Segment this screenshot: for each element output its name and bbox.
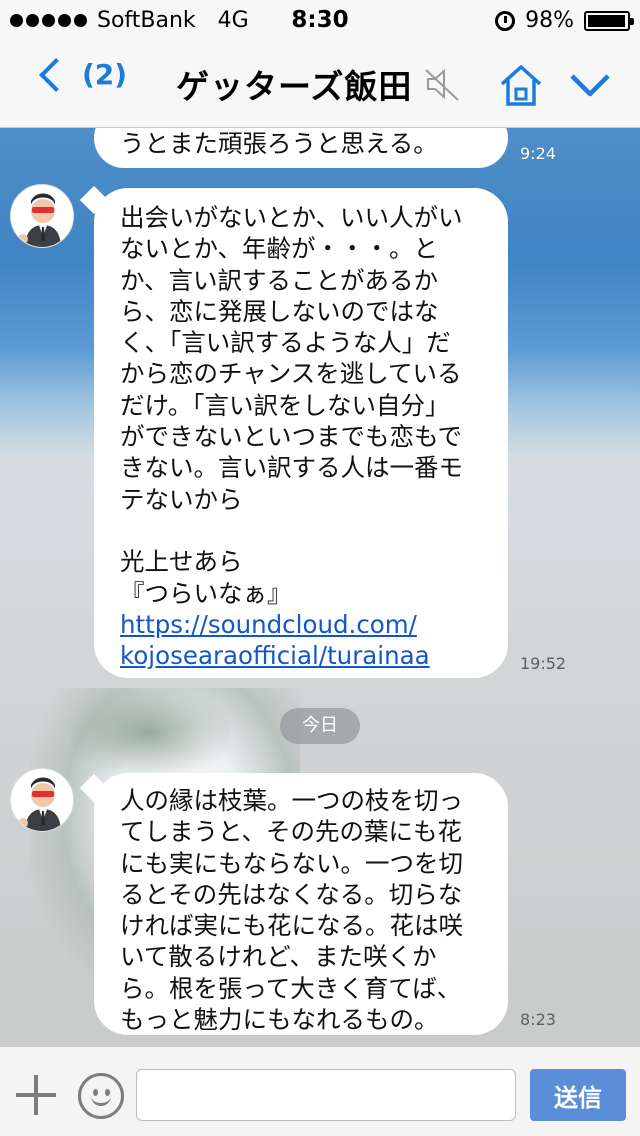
- unread-count: (2): [82, 58, 128, 91]
- back-button[interactable]: (2): [36, 57, 128, 92]
- emoji-mouth: [91, 1094, 111, 1106]
- avatar[interactable]: [10, 768, 74, 832]
- message-line: ないとか、年齢が・・・。と: [120, 234, 439, 264]
- status-right: 98%: [495, 8, 634, 33]
- message-line: うとまた頑張ろうと思える。: [120, 129, 438, 158]
- message-input[interactable]: [136, 1069, 516, 1121]
- message-line: ら。根を張って大きく育てば、: [120, 973, 462, 1003]
- input-bar: 送信: [0, 1046, 640, 1136]
- message-line: 『つらいなぁ』: [120, 578, 292, 608]
- plus-icon[interactable]: [16, 1075, 56, 1115]
- message-line: だけ。「言い訳をしない自分」: [120, 390, 450, 420]
- message-line: テないから: [120, 484, 243, 514]
- message-line: 出会いがないとか、いい人がい: [120, 203, 463, 232]
- message-time: 9:24: [520, 144, 556, 163]
- message-line: ができないといつまでも恋もで: [120, 422, 463, 452]
- alarm-icon: [495, 10, 516, 31]
- chat-header: (2) ゲッターズ飯田: [0, 40, 640, 128]
- message-line: もっと魅力にもなれるもの。: [120, 1005, 439, 1035]
- emoji-icon[interactable]: [78, 1073, 124, 1119]
- message-time: 8:23: [520, 1010, 556, 1029]
- avatar-image: [11, 185, 73, 247]
- soundcloud-link[interactable]: kojosearaofficial/turainaa: [120, 640, 482, 671]
- status-bar: SoftBank 4G 8:30 98%: [0, 0, 640, 40]
- message-line: てしまうと、その先の葉にも花: [120, 817, 463, 847]
- avatar[interactable]: [10, 184, 74, 248]
- back-chevron-icon: [39, 57, 73, 92]
- message-line: きない。言い訳する人は一番モ: [120, 453, 463, 483]
- message-line: 光上せあら: [120, 547, 243, 577]
- message-line: [120, 515, 482, 546]
- message-line: か、言い訳することがあるか: [120, 265, 439, 295]
- message-line: ければ実にも花になる。花は咲: [120, 911, 463, 941]
- message-line: 人の縁は枝葉。一つの枝を切っ: [120, 786, 463, 815]
- home-icon[interactable]: [498, 62, 544, 108]
- message-line: から恋のチャンスを逃している: [120, 359, 462, 389]
- message-time: 19:52: [520, 654, 567, 673]
- message-line: く、「言い訳するような人」だ: [120, 328, 451, 358]
- message-line: ら、恋に発展しないのではな: [120, 296, 439, 326]
- send-button[interactable]: 送信: [530, 1069, 626, 1121]
- message-line: るとその先はなくなる。切らな: [120, 879, 463, 909]
- chat-title: ゲッターズ飯田: [176, 67, 413, 106]
- avatar-image: [11, 769, 73, 831]
- mute-speaker-icon: [425, 68, 459, 101]
- message-bubble[interactable]: 人の縁は枝葉。一つの枝を切っ てしまうと、その先の葉にも花 にも実にもならない。…: [94, 773, 508, 1035]
- battery-percent: 98%: [525, 8, 574, 33]
- date-separator: 今日: [280, 708, 360, 744]
- message-line: にも実にもならない。一つを切: [120, 848, 463, 878]
- chevron-down-icon[interactable]: [568, 66, 612, 106]
- message-line: いて散るけれど、また咲くか: [120, 942, 437, 972]
- message-bubble[interactable]: 出会いがないとか、いい人がい ないとか、年齢が・・・。と か、言い訳することがあ…: [94, 188, 508, 678]
- battery-fill: [588, 14, 626, 27]
- battery-icon: [584, 10, 634, 31]
- message-bubble[interactable]: うとまた頑張ろうと思える。: [94, 128, 508, 168]
- soundcloud-link[interactable]: https://soundcloud.com/: [120, 609, 482, 640]
- chat-area[interactable]: うとまた頑張ろうと思える。 9:24 出会いがないとか、いい人がい ないとか、年…: [0, 128, 640, 1046]
